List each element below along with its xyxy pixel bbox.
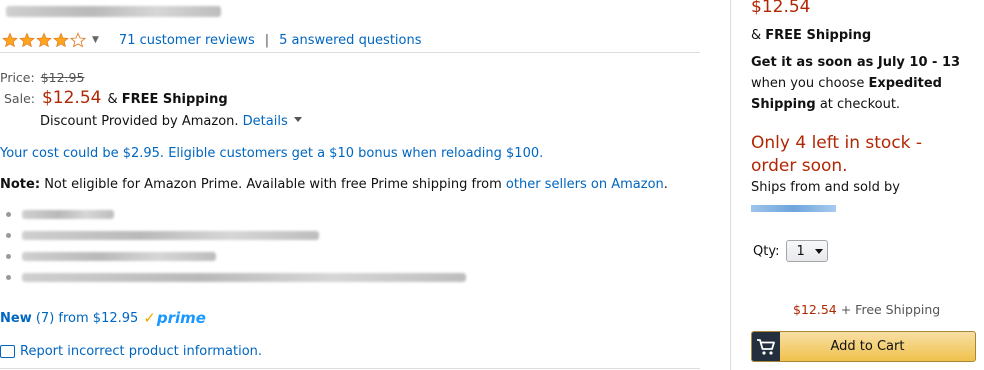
new-offers-link[interactable]: New [0,311,32,326]
star-full-icon [36,32,52,48]
caret-down-icon[interactable] [293,117,302,122]
buybox-shipping: & FREE Shipping [751,28,872,43]
offer-shipping: + Free Shipping [840,302,941,317]
questions-link[interactable]: 5 answered questions [279,33,421,48]
chevron-down-icon[interactable]: ▼ [92,35,99,45]
star-rating[interactable] [2,32,86,48]
stock-status: Only 4 left in stock - order soon. [751,133,923,176]
new-offers-row[interactable]: New (7) from $12.95 ✓ prime [0,309,206,327]
new-offers-price[interactable]: from $12.95 [58,311,138,326]
sale-price: $12.54 [41,88,102,108]
new-offers-count[interactable]: (7) [36,311,54,326]
sale-label: Sale: [4,91,35,106]
add-to-cart-label: Add to Cart [830,339,905,354]
details-link[interactable]: Details [243,114,288,129]
reviews-link[interactable]: 71 customer reviews [119,33,255,48]
comment-icon [0,345,15,358]
note-text: Not eligible for Amazon Prime. Available… [44,177,502,192]
quantity-select[interactable]: 1 [786,240,829,262]
buybox-price: $12.54 [751,0,811,17]
report-link[interactable]: Report incorrect product information. [20,344,262,359]
delivery-estimate: Get it as soon as July 10 - 13 when you … [751,55,961,112]
product-details: ▼ 71 customer reviews | 5 answered quest… [0,0,702,370]
offer-price: $12.54 [793,302,837,317]
note-label: Note: [0,177,41,192]
prime-note: Note: Not eligible for Amazon Prime. Ava… [0,177,668,192]
qty-value: 1 [796,243,805,259]
column-divider [730,0,731,370]
star-full-icon [53,32,69,48]
separator: | [264,32,270,48]
seller-link-redacted[interactable] [751,205,836,212]
offer-summary: $12.54 + Free Shipping [793,302,940,317]
add-to-cart-button[interactable]: Add to Cart [751,331,976,362]
star-full-icon [19,32,35,48]
list-price: $12.95 [40,70,85,85]
reload-promo[interactable]: Your cost could be $2.95. Eligible custo… [0,146,543,161]
product-title-redacted [6,6,221,17]
star-empty-icon [70,32,86,48]
cart-icon [752,332,780,361]
price-label: Price: [0,70,35,85]
divider [0,52,700,53]
qty-label: Qty: [753,243,780,259]
discount-row: Discount Provided by Amazon. Details [40,114,302,129]
chevron-down-icon [815,248,824,254]
sale-price-row: Sale: $12.54 & FREE Shipping [4,88,228,108]
quantity-row: Qty: 1 [753,240,829,262]
ships-from-label: Ships from and sold by [751,180,900,195]
discount-text: Discount Provided by Amazon. [40,114,239,129]
prime-logo: prime [156,309,206,327]
shipping-info: & FREE Shipping [107,92,228,107]
divider [0,368,700,369]
prime-check-icon: ✓ [143,309,156,327]
rating-row: ▼ 71 customer reviews | 5 answered quest… [2,31,422,49]
report-row[interactable]: Report incorrect product information. [0,344,262,359]
buy-box: $12.54 & FREE Shipping Get it as soon as… [751,0,984,370]
star-full-icon [2,32,18,48]
list-price-row: Price: $12.95 [0,70,84,85]
other-sellers-link[interactable]: other sellers on Amazon [506,177,664,192]
prime-badge: ✓ prime [143,309,206,327]
